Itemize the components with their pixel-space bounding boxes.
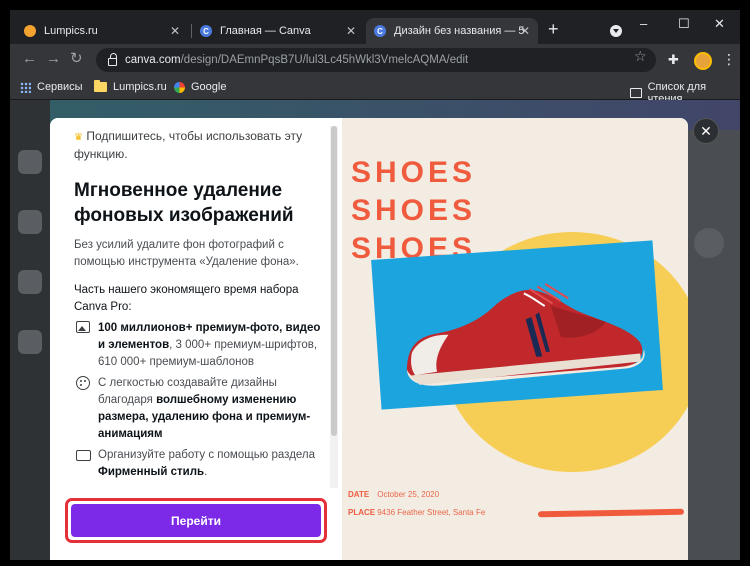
tab-title: Lumpics.ru bbox=[44, 25, 98, 37]
date-label: DATE bbox=[348, 490, 370, 499]
bookmark-label: Lumpics.ru bbox=[113, 81, 167, 93]
bookmark-label: Google bbox=[191, 81, 227, 93]
forward-arrow-icon[interactable]: → bbox=[46, 51, 61, 67]
canva-favicon-icon: C bbox=[200, 25, 212, 37]
subscribe-notice-text: Подпишитесь, чтобы использовать эту функ… bbox=[74, 129, 303, 161]
feature-pre: Организуйте работу с помощью раздела bbox=[98, 449, 316, 461]
editor-avatar-dimmed bbox=[694, 228, 724, 258]
go-button[interactable]: Перейти bbox=[71, 504, 321, 537]
google-icon bbox=[174, 81, 185, 93]
modal-text-content: ♛ Подпишитесь, чтобы использовать эту фу… bbox=[74, 128, 326, 481]
modal-scrollbar-thumb[interactable] bbox=[331, 126, 337, 436]
date-line: DATE October 25, 2020 bbox=[348, 490, 439, 499]
feature-item: 100 миллионов+ премиум-фото, видео и эле… bbox=[74, 320, 326, 371]
tab-title: Дизайн без названия — 550 bbox=[394, 25, 524, 37]
modal-close-button[interactable]: ✕ bbox=[693, 118, 719, 144]
folder-icon bbox=[75, 450, 91, 461]
bookmark-lumpics[interactable]: Lumpics.ru bbox=[94, 80, 167, 93]
editor-sidebar-item bbox=[18, 270, 42, 294]
modal-description: Без усилий удалите фон фотографий с помо… bbox=[74, 239, 299, 268]
modal-heading: Мгновенное удаление фоновых изображений bbox=[74, 180, 294, 226]
upgrade-modal: ♛ Подпишитесь, чтобы использовать эту фу… bbox=[50, 118, 688, 560]
reload-icon[interactable]: ↻ bbox=[70, 51, 83, 67]
palette-icon bbox=[76, 376, 90, 390]
apps-grid-icon bbox=[20, 81, 31, 93]
folder-icon bbox=[94, 80, 107, 92]
close-tab-icon[interactable]: ✕ bbox=[346, 24, 356, 38]
extensions-puzzle-icon[interactable]: ✚ bbox=[668, 52, 679, 68]
cta-footer: Перейти bbox=[50, 488, 342, 560]
date-value: October 25, 2020 bbox=[377, 490, 440, 499]
bookmark-label: Сервисы bbox=[37, 81, 83, 93]
back-arrow-icon[interactable]: ← bbox=[22, 51, 37, 67]
editor-sidebar-item bbox=[18, 210, 42, 234]
bookmark-google[interactable]: Google bbox=[174, 81, 226, 93]
shoes-title-line: SHOES bbox=[351, 156, 477, 189]
modal-subheading: Часть нашего экономящего время набора Ca… bbox=[74, 284, 299, 313]
close-window-button[interactable]: ✕ bbox=[714, 16, 725, 32]
modal-info-pane: ♛ Подпишитесь, чтобы использовать эту фу… bbox=[50, 118, 342, 560]
maximize-button[interactable]: ☐ bbox=[678, 16, 690, 32]
tab-search-icon[interactable] bbox=[610, 25, 622, 37]
image-icon bbox=[76, 321, 90, 333]
close-tab-icon[interactable]: ✕ bbox=[520, 24, 530, 38]
lumpics-favicon-icon bbox=[24, 25, 36, 37]
tab-lumpics[interactable]: Lumpics.ru ✕ bbox=[16, 18, 188, 44]
bookmark-services[interactable]: Сервисы bbox=[20, 81, 83, 93]
editor-sidebar-item bbox=[18, 150, 42, 174]
minimize-button[interactable]: – bbox=[640, 16, 647, 31]
feature-item: С легкостью создавайте дизайны благодаря… bbox=[74, 375, 326, 443]
new-tab-button[interactable]: + bbox=[548, 20, 559, 38]
tab-strip: Lumpics.ru ✕ C Главная — Canva ✕ C Дизай… bbox=[10, 10, 740, 44]
decorative-red-line bbox=[537, 508, 685, 518]
address-bar[interactable]: canva.com/design/DAEmnPqsB7U/lul3Lc45hWk… bbox=[96, 48, 656, 72]
close-tab-icon[interactable]: ✕ bbox=[170, 24, 180, 38]
url-path: /design/DAEmnPqsB7U/lul3Lc45hWkl3VmelcAQ… bbox=[180, 54, 469, 66]
crown-icon: ♛ bbox=[74, 132, 83, 143]
feature-item: Организуйте работу с помощью раздела Фир… bbox=[74, 447, 326, 481]
kebab-menu-icon[interactable]: ⋮ bbox=[722, 51, 736, 68]
place-line: PLACE 9436 Feather Street, Santa Fe bbox=[348, 508, 485, 517]
place-value: 9436 Feather Street, Santa Fe bbox=[377, 508, 486, 517]
tab-canva-home[interactable]: C Главная — Canva ✕ bbox=[192, 18, 364, 44]
url-host: canva.com bbox=[125, 54, 181, 66]
reading-list-icon bbox=[630, 88, 642, 98]
canva-favicon-icon: C bbox=[374, 25, 386, 37]
bookmarks-bar: Сервисы Lumpics.ru Google Список для чте… bbox=[10, 76, 740, 105]
subscribe-notice: ♛ Подпишитесь, чтобы использовать эту фу… bbox=[74, 128, 326, 162]
lock-icon bbox=[108, 52, 117, 66]
shoes-title-line: SHOES bbox=[351, 194, 477, 227]
tab-canva-design[interactable]: C Дизайн без названия — 550 ✕ bbox=[366, 18, 538, 44]
shoe-photo bbox=[371, 240, 663, 410]
bookmark-star-icon[interactable]: ☆ bbox=[634, 48, 647, 65]
design-preview: SHOES SHOES SHOES DATE October 25, 2020 … bbox=[342, 118, 688, 560]
browser-toolbar: ← → ↻ canva.com/design/DAEmnPqsB7U/lul3L… bbox=[10, 44, 740, 76]
editor-sidebar-item bbox=[18, 330, 42, 354]
browser-window: Lumpics.ru ✕ C Главная — Canva ✕ C Дизай… bbox=[10, 10, 740, 560]
page-viewport: ♛ Подпишитесь, чтобы использовать эту фу… bbox=[10, 100, 740, 560]
red-sneaker-illustration bbox=[406, 283, 645, 386]
feature-bold: Фирменный стиль bbox=[98, 466, 205, 478]
place-label: PLACE bbox=[348, 508, 376, 517]
tab-title: Главная — Canva bbox=[220, 25, 311, 37]
profile-avatar[interactable] bbox=[694, 52, 712, 70]
feature-text: . bbox=[204, 466, 208, 478]
